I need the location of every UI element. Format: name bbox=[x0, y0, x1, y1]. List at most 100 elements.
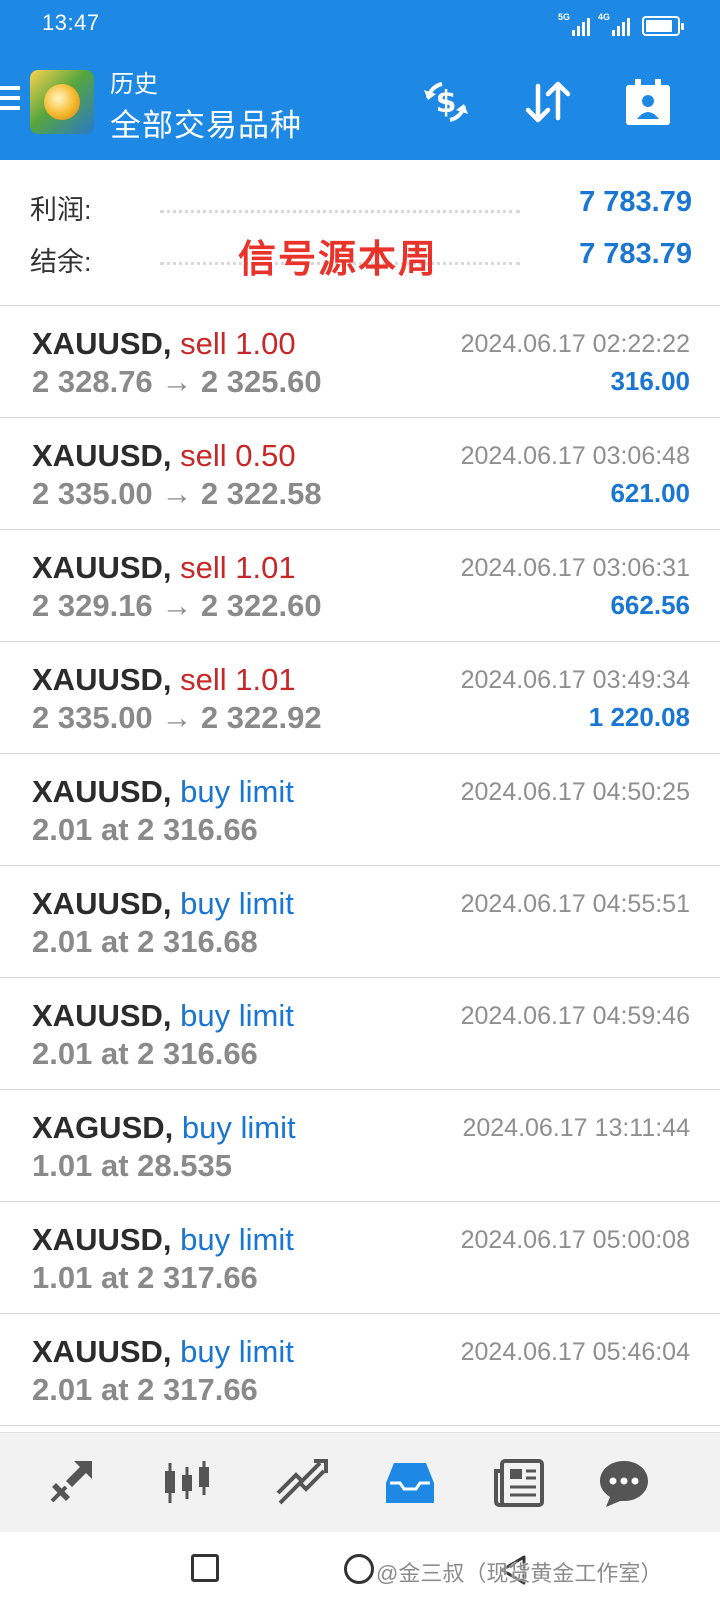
summary-panel: 利润: 7 783.79 结余: 7 783.79 信号源本周 bbox=[0, 160, 720, 306]
trade-type: buy limit bbox=[180, 774, 294, 809]
trade-symbol: XAUUSD bbox=[32, 998, 163, 1033]
battery-level bbox=[646, 20, 672, 32]
profit-row: 利润: 7 783.79 bbox=[0, 178, 720, 228]
trade-detail: 2.01 at 2 316.68 bbox=[32, 924, 258, 959]
trade-time: 2024.06.17 05:00:08 bbox=[460, 1226, 690, 1254]
trade-row[interactable]: XAUUSD, buy limit 1.01 at 2 317.66 2024.… bbox=[0, 1202, 720, 1314]
trade-detail: 2.01 at 2 317.66 bbox=[32, 1372, 258, 1407]
chart-icon[interactable] bbox=[155, 1451, 219, 1515]
trade-type: buy limit bbox=[180, 886, 294, 921]
trade-symbol: XAUUSD bbox=[32, 326, 163, 361]
trade-separator: , bbox=[162, 550, 181, 585]
system-nav-bar: @金三叔（现货黄金工作室） bbox=[0, 1532, 720, 1612]
watermark: @金三叔（现货黄金工作室） bbox=[376, 1561, 663, 1586]
trade-type: sell 0.50 bbox=[180, 438, 296, 473]
app-bar: 历史 全部交易品种 $ bbox=[0, 46, 720, 160]
signal-5g-icon: 5G bbox=[558, 12, 590, 36]
trade-time: 2024.06.17 03:49:34 bbox=[460, 666, 690, 694]
trade-row[interactable]: XAUUSD, sell 1.01 2 335.00 → 2 322.92 20… bbox=[0, 642, 720, 754]
trade-symbol: XAUUSD bbox=[32, 774, 163, 809]
history-icon[interactable] bbox=[378, 1451, 442, 1515]
news-icon[interactable] bbox=[488, 1451, 552, 1515]
quotes-icon[interactable] bbox=[38, 1451, 102, 1515]
currency-swap-icon[interactable]: $ bbox=[418, 74, 474, 130]
trade-row[interactable]: XAUUSD, buy limit 2.01 at 2 316.66 2024.… bbox=[0, 978, 720, 1090]
status-time: 13:47 bbox=[42, 10, 100, 35]
trade-row[interactable]: XAUUSD, buy limit 2.01 at 2 316.68 2024.… bbox=[0, 866, 720, 978]
dotted-leader bbox=[160, 210, 520, 213]
trade-time: 2024.06.17 03:06:48 bbox=[460, 442, 690, 470]
trade-title: XAUUSD, sell 1.00 bbox=[32, 326, 296, 362]
trade-profit: 621.00 bbox=[610, 478, 690, 508]
trade-row[interactable]: XAUUSD, buy limit 2.01 at 2 316.66 2024.… bbox=[0, 754, 720, 866]
trade-separator: , bbox=[162, 662, 181, 697]
trade-row[interactable]: XAUUSD, buy limit 2.01 at 2 317.66 2024.… bbox=[0, 1314, 720, 1426]
trade-time: 2024.06.17 13:11:44 bbox=[462, 1114, 690, 1142]
trade-title: XAUUSD, sell 1.01 bbox=[32, 662, 296, 698]
calendar-icon[interactable] bbox=[620, 74, 676, 130]
trade-detail: 2 329.16 → 2 322.60 bbox=[32, 588, 322, 623]
trade-detail: 2 335.00 → 2 322.92 bbox=[32, 700, 322, 735]
trade-type: buy limit bbox=[180, 1222, 294, 1257]
trade-time: 2024.06.17 04:59:46 bbox=[460, 1002, 690, 1030]
home-button[interactable] bbox=[344, 1554, 374, 1584]
signal-5g-label: 5G bbox=[558, 12, 571, 22]
trade-separator: , bbox=[162, 1222, 181, 1257]
trade-type: buy limit bbox=[180, 1334, 294, 1369]
signal-4g-icon: 4G bbox=[598, 12, 630, 36]
trade-separator: , bbox=[164, 1110, 182, 1145]
page-title: 历史 bbox=[110, 71, 158, 98]
trade-detail: 1.01 at 2 317.66 bbox=[32, 1260, 258, 1295]
trade-separator: , bbox=[162, 326, 181, 361]
signal-4g-label: 4G bbox=[598, 12, 611, 22]
trade-separator: , bbox=[162, 438, 181, 473]
trade-title: XAUUSD, buy limit bbox=[32, 886, 294, 922]
sort-icon[interactable] bbox=[520, 74, 576, 130]
trade-title: XAUUSD, buy limit bbox=[32, 774, 294, 810]
trade-row[interactable]: XAGUSD, buy limit 1.01 at 28.535 2024.06… bbox=[0, 1090, 720, 1202]
recents-button[interactable] bbox=[191, 1554, 219, 1582]
bottom-tab-bar bbox=[0, 1432, 720, 1532]
trade-title: XAUUSD, sell 1.01 bbox=[32, 550, 296, 586]
trade-separator: , bbox=[162, 998, 181, 1033]
trade-list: XAUUSD, sell 1.00 2 328.76 → 2 325.60 20… bbox=[0, 306, 720, 1426]
trade-detail: 2.01 at 2 316.66 bbox=[32, 812, 258, 847]
trade-symbol: XAUUSD bbox=[32, 1222, 163, 1257]
chat-icon[interactable] bbox=[592, 1451, 656, 1515]
profit-value: 7 783.79 bbox=[579, 186, 692, 218]
trade-separator: , bbox=[162, 774, 181, 809]
trade-profit: 316.00 bbox=[610, 366, 690, 396]
trade-detail: 2 335.00 → 2 322.58 bbox=[32, 476, 322, 511]
trade-row[interactable]: XAUUSD, sell 1.01 2 329.16 → 2 322.60 20… bbox=[0, 530, 720, 642]
menu-icon[interactable] bbox=[0, 86, 20, 112]
trade-separator: , bbox=[162, 1334, 181, 1369]
trade-title: XAGUSD, buy limit bbox=[32, 1110, 296, 1146]
trade-title: XAUUSD, buy limit bbox=[32, 1334, 294, 1370]
svg-text:$: $ bbox=[436, 85, 457, 120]
app-logo[interactable] bbox=[30, 70, 94, 134]
trade-separator: , bbox=[162, 886, 181, 921]
trade-title: XAUUSD, sell 0.50 bbox=[32, 438, 296, 474]
trade-title: XAUUSD, buy limit bbox=[32, 1222, 294, 1258]
trade-symbol: XAUUSD bbox=[32, 1334, 163, 1369]
trade-type: buy limit bbox=[180, 998, 294, 1033]
trade-detail: 2 328.76 → 2 325.60 bbox=[32, 364, 322, 399]
status-bar: 13:47 5G 4G bbox=[0, 0, 720, 46]
battery-icon bbox=[642, 16, 684, 36]
trade-time: 2024.06.17 03:06:31 bbox=[460, 554, 690, 582]
trade-time: 2024.06.17 04:50:25 bbox=[460, 778, 690, 806]
trade-time: 2024.06.17 02:22:22 bbox=[460, 330, 690, 358]
symbol-filter[interactable]: 全部交易品种 bbox=[110, 100, 302, 145]
trade-icon[interactable] bbox=[270, 1451, 334, 1515]
trade-type: buy limit bbox=[181, 1110, 296, 1145]
balance-value: 7 783.79 bbox=[579, 238, 692, 270]
trade-row[interactable]: XAUUSD, sell 0.50 2 335.00 → 2 322.58 20… bbox=[0, 418, 720, 530]
trade-title: XAUUSD, buy limit bbox=[32, 998, 294, 1034]
trade-detail: 2.01 at 2 316.66 bbox=[32, 1036, 258, 1071]
trade-symbol: XAUUSD bbox=[32, 886, 163, 921]
trade-row[interactable]: XAUUSD, sell 1.00 2 328.76 → 2 325.60 20… bbox=[0, 306, 720, 418]
trade-symbol: XAUUSD bbox=[32, 550, 163, 585]
trade-profit: 1 220.08 bbox=[588, 702, 690, 732]
trade-time: 2024.06.17 05:46:04 bbox=[460, 1338, 690, 1366]
trade-type: sell 1.00 bbox=[180, 326, 296, 361]
